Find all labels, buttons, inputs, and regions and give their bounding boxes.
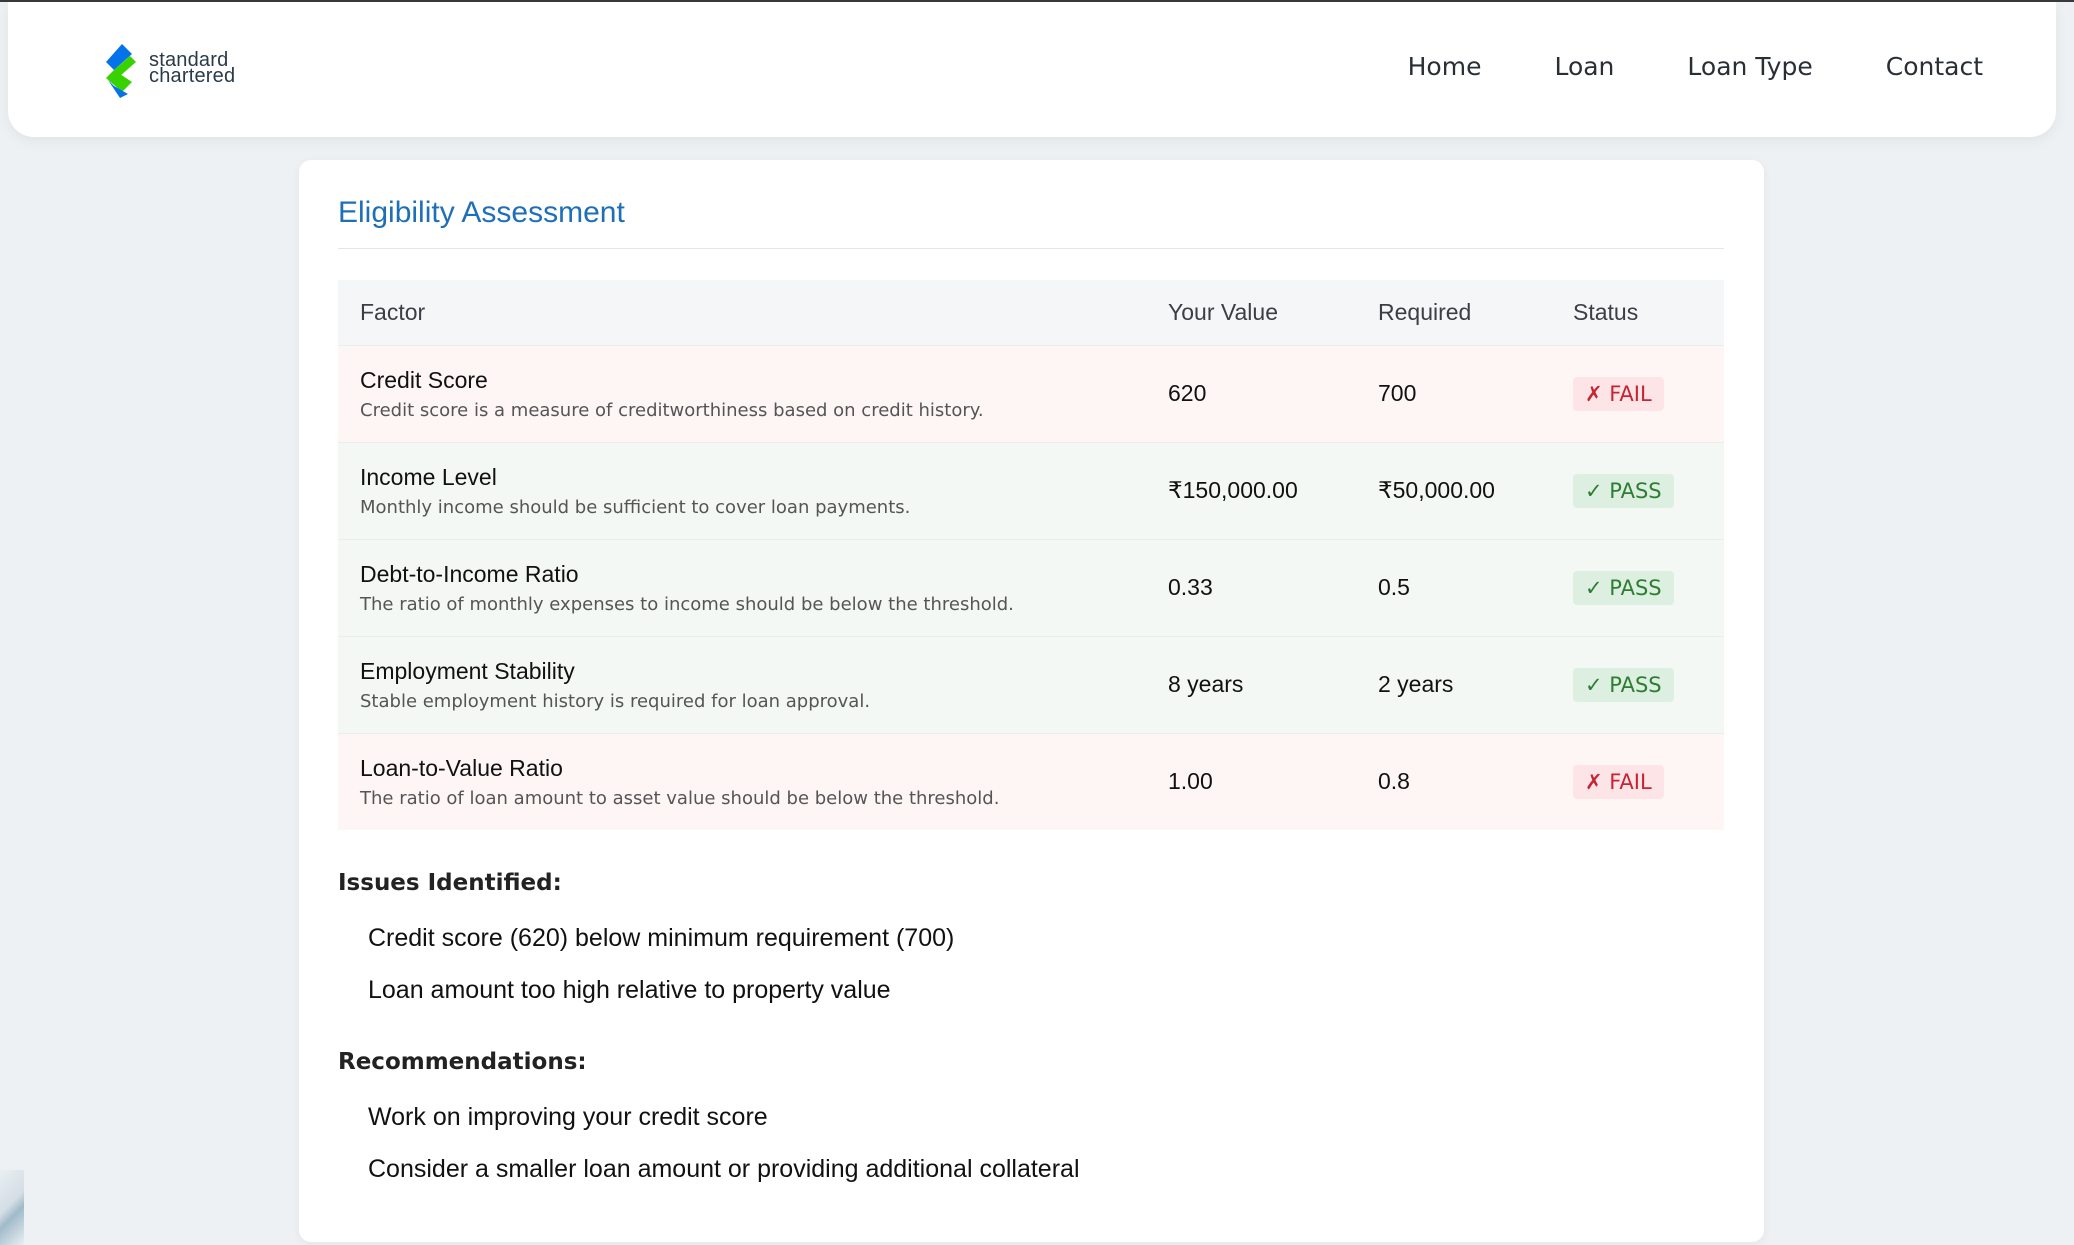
factor-name: Loan-to-Value Ratio — [360, 754, 563, 781]
title-divider — [338, 248, 1724, 249]
status-cell: ✓ PASS — [1551, 441, 1724, 539]
factor-cell: Employment Stability Stable employment h… — [338, 635, 1146, 733]
required-cell: ₹50,000.00 — [1356, 441, 1551, 539]
table-row: Employment Stability Stable employment h… — [338, 635, 1724, 733]
status-cell: ✗ FAIL — [1551, 344, 1724, 442]
your-value-cell: 620 — [1146, 344, 1356, 442]
status-cell: ✓ PASS — [1551, 635, 1724, 733]
column-header-status: Status — [1551, 280, 1724, 345]
your-value-cell: 8 years — [1146, 635, 1356, 733]
table-row: Loan-to-Value Ratio The ratio of loan am… — [338, 732, 1724, 830]
eligibility-card: Eligibility Assessment Factor Your Value… — [299, 160, 1764, 1242]
factor-description: Stable employment history is required fo… — [360, 690, 871, 712]
nav-home[interactable]: Home — [1408, 52, 1482, 81]
recommendations-heading: Recommendations: — [338, 1049, 587, 1075]
issue-item: Loan amount too high relative to propert… — [368, 976, 891, 1004]
brand-line-2: chartered — [149, 65, 236, 87]
factor-name: Employment Stability — [360, 657, 575, 684]
page-title: Eligibility Assessment — [338, 196, 625, 229]
table-row: Credit Score Credit score is a measure o… — [338, 344, 1724, 442]
table-row: Income Level Monthly income should be su… — [338, 441, 1724, 539]
table-row: Debt-to-Income Ratio The ratio of monthl… — [338, 538, 1724, 636]
required-cell: 700 — [1356, 344, 1551, 442]
factor-cell: Debt-to-Income Ratio The ratio of monthl… — [338, 538, 1146, 636]
factor-name: Income Level — [360, 463, 497, 490]
status-cell: ✓ PASS — [1551, 538, 1724, 636]
issues-heading: Issues Identified: — [338, 870, 562, 896]
status-cell: ✗ FAIL — [1551, 732, 1724, 830]
factor-cell: Loan-to-Value Ratio The ratio of loan am… — [338, 732, 1146, 830]
table-header-row: Factor Your Value Required Status — [338, 280, 1724, 345]
recommendation-item: Consider a smaller loan amount or provid… — [368, 1155, 1080, 1183]
status-badge: ✓ PASS — [1573, 570, 1674, 605]
factor-description: The ratio of loan amount to asset value … — [360, 787, 1000, 809]
main-nav: Home Loan Loan Type Contact — [1335, 52, 1983, 81]
top-navbar: standard chartered Home Loan Loan Type C… — [8, 2, 2056, 137]
your-value-cell: ₹150,000.00 — [1146, 441, 1356, 539]
status-badge: ✗ FAIL — [1573, 764, 1664, 799]
column-header-factor: Factor — [338, 280, 1146, 345]
factor-name: Debt-to-Income Ratio — [360, 560, 579, 587]
factor-cell: Credit Score Credit score is a measure o… — [338, 344, 1146, 442]
required-cell: 2 years — [1356, 635, 1551, 733]
status-badge: ✗ FAIL — [1573, 376, 1664, 411]
factor-description: Credit score is a measure of creditworth… — [360, 399, 984, 421]
nav-loan[interactable]: Loan — [1554, 52, 1614, 81]
required-cell: 0.8 — [1356, 732, 1551, 830]
factor-description: The ratio of monthly expenses to income … — [360, 593, 1014, 615]
your-value-cell: 0.33 — [1146, 538, 1356, 636]
issue-item: Credit score (620) below minimum require… — [368, 924, 955, 952]
assessment-table: Factor Your Value Required Status Credit… — [338, 280, 1724, 830]
your-value-cell: 1.00 — [1146, 732, 1356, 830]
column-header-required: Required — [1356, 280, 1551, 345]
brand-logo[interactable]: standard chartered — [100, 42, 260, 102]
required-cell: 0.5 — [1356, 538, 1551, 636]
recommendation-item: Work on improving your credit score — [368, 1103, 768, 1131]
factor-description: Monthly income should be sufficient to c… — [360, 496, 911, 518]
column-header-your-value: Your Value — [1146, 280, 1356, 345]
background-decoration — [0, 1170, 24, 1245]
status-badge: ✓ PASS — [1573, 473, 1674, 508]
status-badge: ✓ PASS — [1573, 667, 1674, 702]
factor-name: Credit Score — [360, 366, 488, 393]
factor-cell: Income Level Monthly income should be su… — [338, 441, 1146, 539]
brand-wordmark: standard chartered — [149, 50, 236, 87]
nav-loan-type[interactable]: Loan Type — [1687, 52, 1812, 81]
nav-contact[interactable]: Contact — [1886, 52, 1983, 81]
logo-mark-icon — [106, 44, 136, 98]
